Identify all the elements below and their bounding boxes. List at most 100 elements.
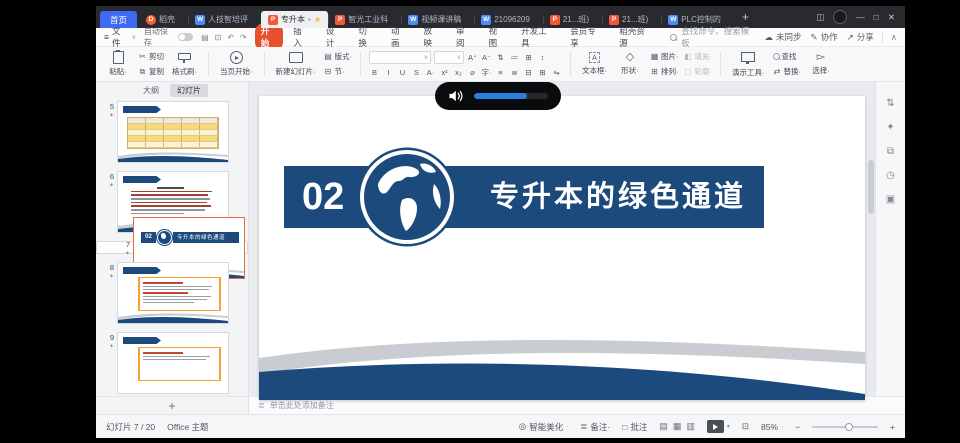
statusbar: 幻灯片 7 / 20 Office 主题 ◎ 智能美化 · ≣ 备注· □ 批注… bbox=[96, 414, 905, 438]
zoom-out-button[interactable]: − bbox=[795, 422, 800, 432]
view-mode-icon[interactable]: ▦ bbox=[673, 421, 682, 432]
minimize-button[interactable]: — bbox=[856, 12, 865, 22]
document-tab[interactable]: P 21...班) bbox=[602, 11, 661, 28]
document-tab[interactable]: W PLC控制的 bbox=[661, 11, 734, 28]
current-slide[interactable]: 02 专升本的绿色通道 bbox=[259, 96, 865, 400]
quick-icon[interactable]: ⊡ bbox=[215, 33, 222, 42]
quick-icon[interactable]: ↶ bbox=[227, 33, 234, 42]
slide-thumbnail-7-selected[interactable]: 7 ✦ 02 专升本的绿色通道 bbox=[96, 241, 248, 254]
quick-icon[interactable]: ↷ bbox=[240, 33, 247, 42]
format-tool-button[interactable]: I bbox=[383, 67, 394, 78]
add-slide-button[interactable]: + bbox=[96, 397, 249, 414]
copy-button[interactable]: ⧉ 复制 bbox=[138, 66, 164, 77]
format-tool-button[interactable]: ⌀ bbox=[467, 67, 478, 78]
arrange-button[interactable]: ⊞ 排列· bbox=[650, 66, 679, 77]
zoom-level[interactable]: 85%· bbox=[761, 422, 783, 432]
font-tool-button[interactable]: ↕ bbox=[537, 52, 548, 63]
document-tab-label: 21...班) bbox=[622, 14, 648, 25]
zoom-in-button[interactable]: + bbox=[890, 422, 895, 432]
media-panel-icon[interactable]: ▣ bbox=[886, 194, 895, 205]
format-tool-button[interactable]: S bbox=[411, 67, 422, 78]
document-tab[interactable]: D 稻壳 bbox=[139, 11, 188, 28]
format-tool-button[interactable]: x² bbox=[439, 67, 450, 78]
font-size-select[interactable]: ∨ bbox=[434, 51, 464, 64]
format-tool-button[interactable]: U bbox=[397, 67, 408, 78]
menubar-action[interactable]: ☁ 未同步 bbox=[765, 31, 802, 43]
slide-thumbnail-5[interactable]: 5 ✦ bbox=[96, 101, 248, 163]
select-button[interactable]: ▻ 选择· bbox=[806, 51, 836, 77]
textbox-button[interactable]: A 文本框· bbox=[579, 51, 610, 77]
document-tab[interactable]: P 专升本 ● ★ bbox=[261, 11, 328, 28]
document-tab[interactable]: W 视频课讲稿 bbox=[401, 11, 474, 28]
slide-layout-button[interactable]: ▤ 版式· bbox=[324, 51, 353, 62]
slides-tab[interactable]: 幻灯片 bbox=[170, 84, 208, 97]
font-tool-button[interactable]: ⇅ bbox=[495, 52, 506, 63]
menubar-action[interactable]: ↗ 分享 bbox=[847, 31, 874, 43]
play-from-current-button[interactable]: 当页开始· bbox=[217, 50, 256, 78]
play-options-caret[interactable]: ▾ bbox=[727, 423, 730, 430]
format-tool-button[interactable]: ⇋ bbox=[551, 67, 562, 78]
format-tool-button[interactable]: B bbox=[369, 67, 380, 78]
replace-button[interactable]: ⇄ 替换· bbox=[773, 66, 802, 77]
font-name-select[interactable]: ∨ bbox=[369, 51, 431, 64]
presentation-tools-button[interactable]: 演示工具· bbox=[729, 50, 768, 79]
document-tab[interactable]: W 21096209 bbox=[474, 11, 543, 28]
layers-panel-icon[interactable]: ⧉ bbox=[887, 146, 894, 157]
collapse-ribbon-button[interactable]: ∧ bbox=[891, 32, 897, 43]
theme-name[interactable]: Office 主题 bbox=[167, 421, 208, 433]
document-tab[interactable]: W 人技智培评 bbox=[188, 11, 261, 28]
document-tab[interactable]: P 21...班) bbox=[543, 11, 602, 28]
notes-button[interactable]: ≣ 备注· bbox=[580, 421, 610, 433]
paste-button[interactable]: 粘贴· bbox=[103, 50, 133, 78]
shapes-button[interactable]: ◇ 形状· bbox=[615, 51, 645, 77]
fill-button[interactable]: ◧ 填充· bbox=[684, 51, 713, 62]
font-tool-button[interactable]: ≔ bbox=[509, 52, 520, 63]
font-tool-button[interactable]: A⁻ bbox=[481, 52, 492, 63]
zoom-slider-knob[interactable] bbox=[845, 423, 853, 431]
font-tool-button[interactable]: ⊞ bbox=[523, 52, 534, 63]
slide-thumbnail-8[interactable]: 8 ✦ bbox=[96, 262, 248, 324]
format-tool-button[interactable]: ≣ bbox=[509, 67, 520, 78]
comments-button[interactable]: □ 批注 bbox=[622, 421, 647, 433]
font-tool-button[interactable]: A⁺ bbox=[467, 52, 478, 63]
quick-icon[interactable]: ▤ bbox=[201, 33, 209, 42]
format-tool-button[interactable]: A· bbox=[425, 67, 436, 78]
section-icon: ⊟ bbox=[324, 67, 333, 76]
cut-button[interactable]: ✂ 剪切 bbox=[138, 51, 164, 62]
format-tool-button[interactable]: x₂ bbox=[453, 67, 464, 78]
document-tab[interactable]: P 智光工业科 bbox=[328, 11, 401, 28]
file-menu[interactable]: ≡ 文件 ∨ bbox=[104, 25, 136, 49]
properties-sliders-icon[interactable]: ⇅ bbox=[886, 98, 894, 109]
beautify-sparkle-icon[interactable]: ✦ bbox=[886, 122, 894, 133]
slide-canvas[interactable]: 02 专升本的绿色通道 bbox=[249, 82, 875, 396]
section-button[interactable]: ⊟ 节· bbox=[324, 66, 353, 77]
split-view-icon[interactable]: ◫ bbox=[816, 12, 824, 23]
command-search[interactable]: 查找命令、搜索模板 bbox=[670, 25, 756, 49]
slide-thumbnail-9[interactable]: 9 ✦ bbox=[96, 332, 248, 394]
format-tool-button[interactable]: ≡ bbox=[495, 67, 506, 78]
animation-star-icon: ✦ bbox=[125, 250, 130, 257]
format-tool-button[interactable]: ⊞ bbox=[537, 67, 548, 78]
format-painter-button[interactable]: 格式刷· bbox=[169, 50, 200, 78]
restore-button[interactable]: □ bbox=[874, 12, 879, 22]
zoom-slider[interactable] bbox=[812, 426, 878, 428]
history-clock-icon[interactable]: ◷ bbox=[886, 170, 895, 181]
new-tab-button[interactable]: + bbox=[734, 10, 757, 24]
smart-beautify-button[interactable]: ◎ 智能美化 · bbox=[519, 421, 568, 433]
view-mode-icon[interactable]: ▤ bbox=[659, 421, 668, 432]
close-button[interactable]: ✕ bbox=[888, 12, 895, 23]
slideshow-play-button[interactable] bbox=[707, 420, 724, 433]
avatar[interactable] bbox=[833, 10, 847, 24]
vertical-scrollbar[interactable] bbox=[868, 160, 874, 214]
outline-tab[interactable]: 大纲 bbox=[136, 84, 166, 97]
format-tool-button[interactable]: 字· bbox=[481, 67, 492, 78]
outline-button[interactable]: ◻ 轮廓· bbox=[684, 66, 713, 77]
picture-button[interactable]: ▦ 图片· bbox=[650, 51, 679, 62]
new-slide-button[interactable]: 新建幻灯片· bbox=[273, 50, 319, 78]
menubar-action[interactable]: ✎ 协作 bbox=[811, 31, 838, 43]
fit-slide-button[interactable]: ⊡ bbox=[742, 421, 749, 432]
find-button[interactable]: 查找 bbox=[773, 51, 802, 62]
view-mode-icon[interactable]: ▥ bbox=[686, 421, 695, 432]
format-tool-button[interactable]: ⊟ bbox=[523, 67, 534, 78]
autosave-toggle[interactable]: 自动保存 bbox=[144, 26, 193, 48]
